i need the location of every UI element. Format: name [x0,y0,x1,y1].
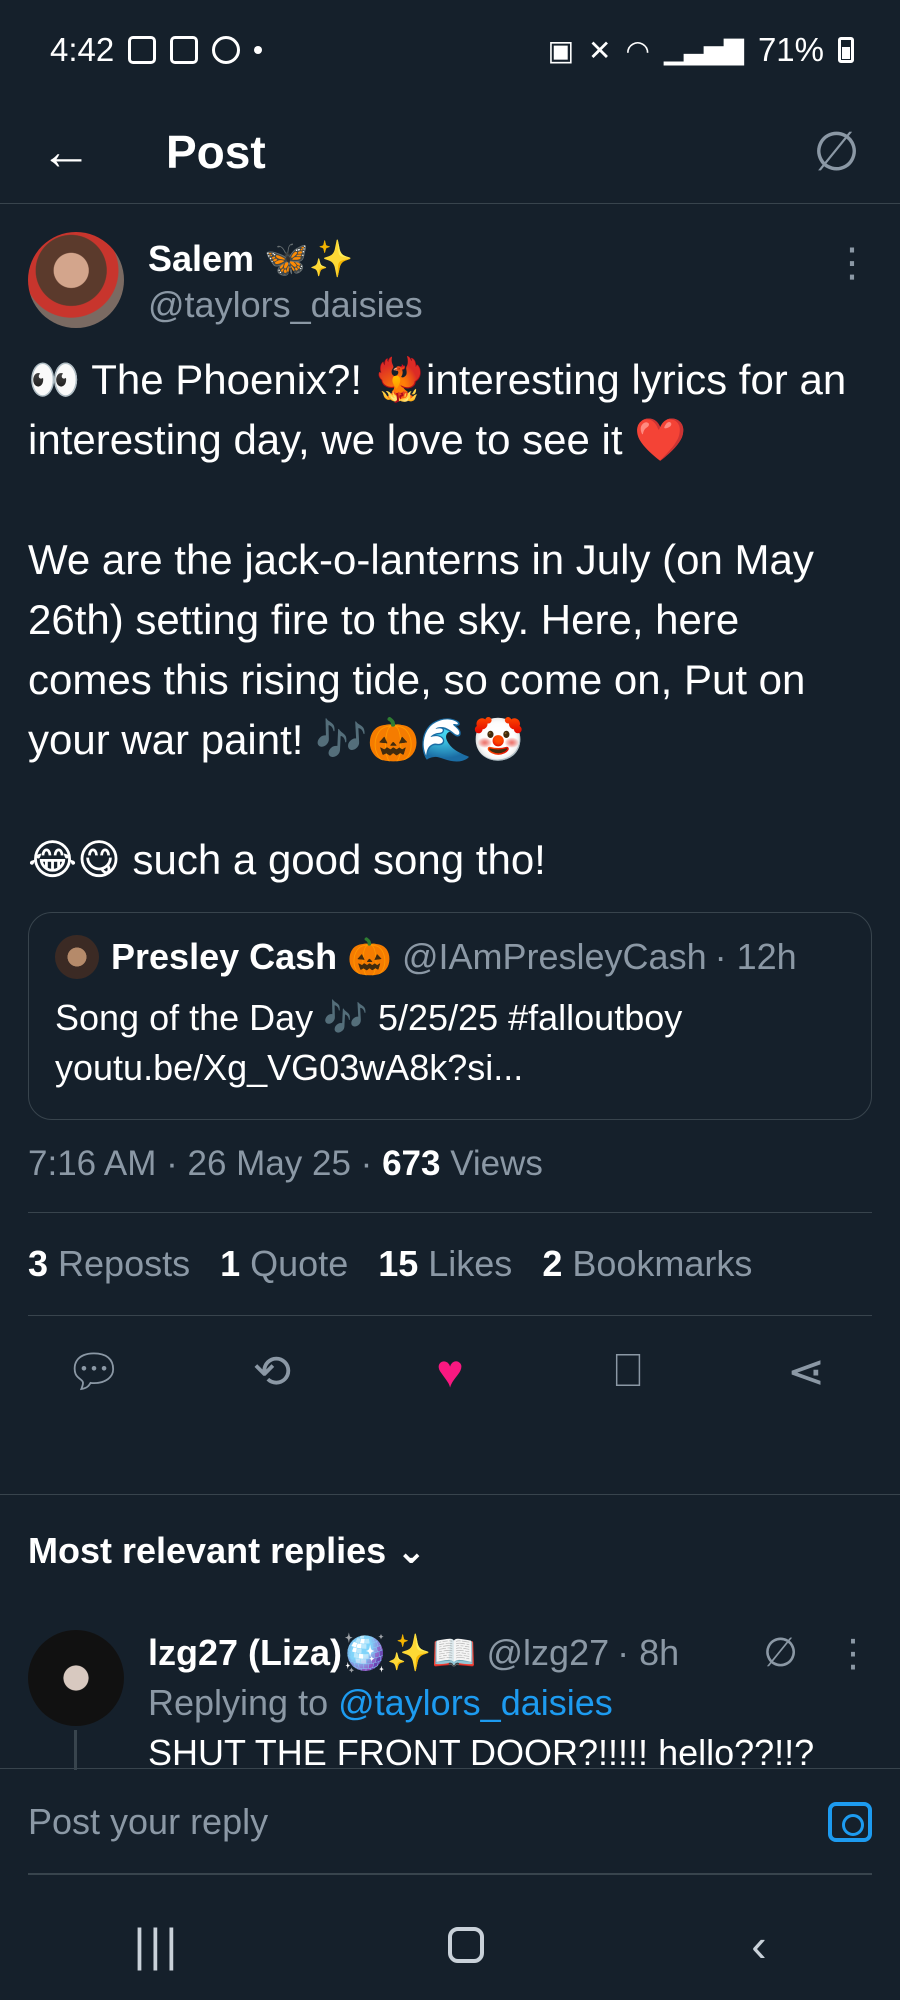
replying-to: Replying to @taylors_daisies [148,1682,872,1724]
reply-body: lzg27 (Liza)🪩✨📖 @lzg27 · 8h ∅ ⋮ Replying… [148,1630,872,1772]
likes-label: Likes [418,1243,513,1284]
battery-level: 71% [757,31,824,68]
post-text: 👀 The Phoenix?! 🐦‍🔥interesting lyrics fo… [28,356,847,883]
composer-divider [0,1768,900,1769]
heart-icon[interactable]: ♥ [420,1344,480,1398]
arrow-left-icon[interactable]: ← [40,126,100,178]
status-left: 4:42 [50,31,263,69]
empty-set-icon[interactable]: ∅ [763,1630,798,1676]
bookmarks-stat[interactable]: 2 Bookmarks [542,1243,752,1285]
mute-icon: ✕ [588,34,612,66]
stats-row: 3 Reposts 1 Quote 15 Likes 2 Bookmarks [28,1213,872,1316]
post: Salem 🦋✨ @taylors_daisies ⋮ 👀 The Phoeni… [0,204,900,1426]
status-right: ▣ ✕ ◠ ▁▃▅▇ 71% [548,31,854,69]
likes-count: 15 [378,1243,419,1284]
gallery-notification-icon [170,36,199,64]
reposts-count: 3 [28,1243,49,1284]
action-bar: 💬︎ ⟲ ♥ ⎕ ⋖ [28,1316,872,1426]
quoted-text: Song of the Day 🎶 5/25/25 #falloutboy yo… [55,997,683,1088]
quoted-time: · 12h [714,936,797,977]
recents-icon[interactable]: ||| [133,1918,181,1972]
reply-handle[interactable]: @lzg27 [487,1632,610,1674]
reposts-label: Reposts [48,1243,191,1284]
reposts-stat[interactable]: 3 Reposts [28,1243,190,1285]
quotes-count: 1 [220,1243,241,1284]
status-bar: 4:42 ▣ ✕ ◠ ▁▃▅▇ 71% [0,0,900,100]
home-icon[interactable] [448,1927,485,1963]
comment-icon[interactable]: 💬︎ [64,1344,124,1399]
wifi-icon: ◠ [625,34,650,66]
share-icon[interactable]: ⋖ [776,1344,836,1398]
post-timestamp: 7:16 AM · 26 May 25 · [28,1144,383,1183]
quoted-display-name: Presley Cash 🎃 [111,936,392,977]
author-display-name[interactable]: Salem 🦋✨ [148,238,832,280]
composer-inner [28,1770,872,1875]
status-time: 4:42 [50,31,115,68]
battery-saver-icon: ▣ [547,34,575,66]
chat-notification-icon [212,36,241,64]
battery-icon [838,37,854,63]
author-names: Salem 🦋✨ @taylors_daisies [148,232,832,326]
replying-to-handle[interactable]: @taylors_daisies [338,1682,613,1723]
reply-item[interactable]: lzg27 (Liza)🪩✨📖 @lzg27 · 8h ∅ ⋮ Replying… [28,1630,872,1786]
replying-to-label: Replying to [148,1682,339,1723]
quoted-handle: @IAmPresleyCash [401,936,707,977]
avatar[interactable] [28,232,124,328]
reply-composer [0,1770,900,1890]
quotes-label: Quote [240,1243,349,1284]
author-handle[interactable]: @taylors_daisies [148,284,832,326]
bookmarks-label: Bookmarks [562,1243,753,1284]
reply-display-name[interactable]: lzg27 (Liza)🪩✨📖 [148,1632,477,1674]
post-timestamp-row: 7:16 AM · 26 May 25 · 673 Views [28,1144,872,1213]
more-options-icon[interactable]: ⋮ [832,240,872,286]
bookmark-icon[interactable]: ⎕ [598,1343,658,1399]
reply-header: lzg27 (Liza)🪩✨📖 @lzg27 · 8h ∅ ⋮ [148,1630,872,1676]
views-count: 673 [382,1144,441,1183]
empty-set-icon[interactable]: ∅ [813,120,860,183]
replies-sort-dropdown[interactable]: Most relevant replies ⌄ [28,1530,426,1572]
quoted-avatar [55,935,99,979]
signal-icon: ▁▃▅▇ [663,34,744,65]
page-title: Post [166,125,266,178]
views-label: Views [440,1144,543,1183]
reply-avatar[interactable] [28,1630,124,1726]
reply-time: · 8h [617,1632,680,1673]
bookmarks-count: 2 [542,1243,563,1284]
camera-icon[interactable] [828,1801,872,1842]
repost-icon[interactable]: ⟲ [242,1344,302,1398]
back-nav-icon[interactable]: ‹ [751,1918,766,1972]
system-nav-bar: ||| ‹ [0,1890,900,2000]
likes-stat[interactable]: 15 Likes [378,1243,512,1285]
post-header: ← Post ∅ [0,100,900,204]
more-notifications-icon [254,46,263,54]
message-notification-icon [128,36,157,64]
reply-input[interactable] [28,1800,828,1843]
quoted-post[interactable]: Presley Cash 🎃 @IAmPresleyCash · 12h Son… [28,912,872,1120]
reply-text: SHUT THE FRONT DOOR?!!!!! hello??!!? [148,1732,815,1772]
actions-divider [0,1494,900,1495]
author-row: Salem 🦋✨ @taylors_daisies ⋮ [28,232,872,328]
reply-more-options-icon[interactable]: ⋮ [834,1631,872,1676]
quoted-post-header: Presley Cash 🎃 @IAmPresleyCash · 12h [55,935,845,979]
quotes-stat[interactable]: 1 Quote [220,1243,348,1285]
